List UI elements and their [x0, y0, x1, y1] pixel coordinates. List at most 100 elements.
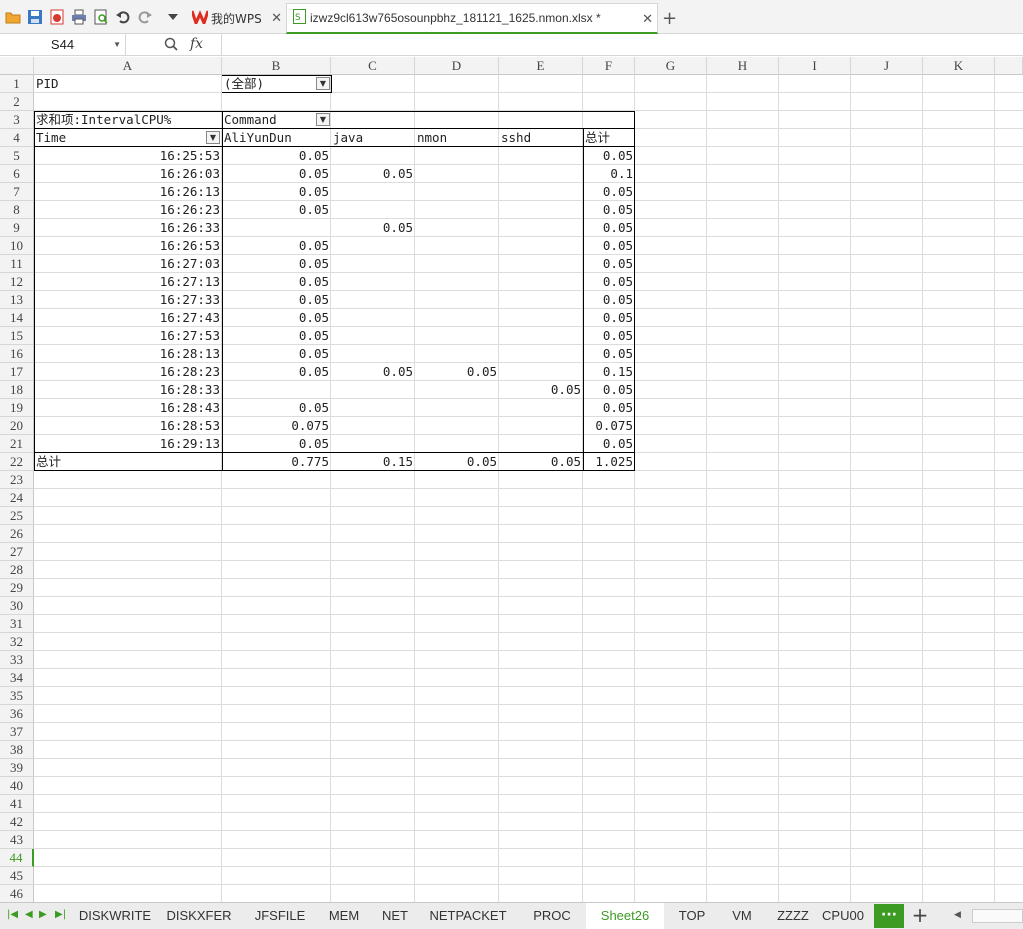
print-preview-icon[interactable] [92, 8, 110, 26]
pivot-value-cell[interactable]: 0.05 [583, 345, 635, 363]
pivot-value-cell[interactable]: 0.1 [583, 165, 635, 183]
pivot-value-cell[interactable]: 0.05 [222, 237, 331, 255]
pivot-row-field[interactable]: Time [34, 129, 222, 147]
row-header-36[interactable]: 36 [0, 705, 34, 723]
pivot-grand-total-value[interactable]: 0.05 [499, 453, 583, 471]
horizontal-scrollbar[interactable] [972, 909, 1023, 923]
row-header-20[interactable]: 20 [0, 417, 34, 435]
column-header-g[interactable]: G [635, 57, 707, 75]
row-header-42[interactable]: 42 [0, 813, 34, 831]
tab-active-workbook[interactable]: S izwz9cl613w765osounpbhz_181121_1625.nm… [286, 3, 658, 34]
pivot-value-cell[interactable]: 0.05 [222, 273, 331, 291]
sheet-tab-proc[interactable]: PROC [518, 903, 586, 929]
pivot-row-time[interactable]: 16:29:13 [34, 435, 222, 453]
pivot-value-cell[interactable]: 0.05 [583, 219, 635, 237]
pivot-value-cell[interactable]: 0.05 [583, 201, 635, 219]
pivot-grand-total-value[interactable]: 1.025 [583, 453, 635, 471]
pivot-value-cell[interactable]: 0.05 [499, 381, 583, 399]
row-header-17[interactable]: 17 [0, 363, 34, 381]
row-header-15[interactable]: 15 [0, 327, 34, 345]
row-header-37[interactable]: 37 [0, 723, 34, 741]
pivot-column-header[interactable]: 总计 [583, 129, 635, 147]
pivot-value-cell[interactable]: 0.15 [583, 363, 635, 381]
pivot-value-cell[interactable]: 0.05 [583, 381, 635, 399]
command-filter-dropdown[interactable]: ▼ [316, 113, 330, 126]
row-header-46[interactable]: 46 [0, 885, 34, 903]
sheet-tab-sheet26[interactable]: Sheet26 [586, 903, 664, 929]
row-header-28[interactable]: 28 [0, 561, 34, 579]
row-header-39[interactable]: 39 [0, 759, 34, 777]
pivot-row-time[interactable]: 16:27:53 [34, 327, 222, 345]
pivot-value-cell[interactable]: 0.05 [331, 363, 415, 381]
pivot-value-cell[interactable]: 0.05 [222, 147, 331, 165]
row-header-21[interactable]: 21 [0, 435, 34, 453]
pivot-value-cell[interactable]: 0.05 [583, 435, 635, 453]
column-header-d[interactable]: D [415, 57, 499, 75]
pivot-value-cell[interactable]: 0.05 [331, 219, 415, 237]
row-header-11[interactable]: 11 [0, 255, 34, 273]
pivot-value-cell[interactable]: 0.05 [222, 201, 331, 219]
pivot-value-cell[interactable]: 0.05 [222, 327, 331, 345]
pivot-row-time[interactable]: 16:26:33 [34, 219, 222, 237]
redo-icon[interactable] [136, 8, 154, 26]
row-header-4[interactable]: 4 [0, 129, 34, 147]
pivot-value-cell[interactable]: 0.05 [222, 165, 331, 183]
pivot-filter-label[interactable]: PID [34, 75, 222, 93]
column-header-f[interactable]: F [583, 57, 635, 75]
first-sheet-icon[interactable]: |◀ [7, 909, 18, 920]
add-sheet-button[interactable]: + [908, 903, 932, 929]
sheet-tab-top[interactable]: TOP [664, 903, 720, 929]
close-icon[interactable]: ✕ [271, 11, 282, 26]
row-header-31[interactable]: 31 [0, 615, 34, 633]
column-header-b[interactable]: B [222, 57, 331, 75]
new-tab-button[interactable]: + [662, 3, 680, 33]
prev-sheet-icon[interactable]: ◀ [25, 909, 33, 920]
more-sheets-button[interactable]: ··· [874, 904, 904, 928]
pivot-value-cell[interactable]: 0.05 [222, 435, 331, 453]
row-header-12[interactable]: 12 [0, 273, 34, 291]
chevron-down-icon[interactable]: ▼ [113, 40, 121, 49]
pivot-row-time[interactable]: 16:27:33 [34, 291, 222, 309]
column-header-e[interactable]: E [499, 57, 583, 75]
pivot-row-time[interactable]: 16:28:53 [34, 417, 222, 435]
pivot-value-cell[interactable]: 0.05 [222, 363, 331, 381]
export-pdf-icon[interactable] [48, 8, 66, 26]
pivot-column-header[interactable]: AliYunDun [222, 129, 331, 147]
pivot-row-time[interactable]: 16:28:33 [34, 381, 222, 399]
name-box[interactable]: S44 ▼ [0, 34, 126, 55]
row-header-13[interactable]: 13 [0, 291, 34, 309]
pivot-value-label[interactable]: 求和项:IntervalCPU% [34, 111, 222, 129]
row-header-35[interactable]: 35 [0, 687, 34, 705]
row-header-33[interactable]: 33 [0, 651, 34, 669]
more-dropdown-icon[interactable] [164, 8, 182, 26]
row-header-1[interactable]: 1 [0, 75, 34, 93]
sheet-tab-mem[interactable]: MEM [316, 903, 372, 929]
pivot-row-time[interactable]: 16:28:23 [34, 363, 222, 381]
pivot-grand-total-label[interactable]: 总计 [34, 453, 222, 471]
sheet-tab-diskwrite[interactable]: DISKWRITE [76, 903, 154, 929]
pivot-value-cell[interactable]: 0.05 [331, 165, 415, 183]
row-header-23[interactable]: 23 [0, 471, 34, 489]
pivot-value-cell[interactable]: 0.05 [583, 309, 635, 327]
column-header-k[interactable]: K [923, 57, 995, 75]
pivot-column-header[interactable]: sshd [499, 129, 583, 147]
pivot-value-cell[interactable]: 0.05 [583, 237, 635, 255]
pivot-row-time[interactable]: 16:26:03 [34, 165, 222, 183]
row-header-18[interactable]: 18 [0, 381, 34, 399]
pivot-column-header[interactable]: nmon [415, 129, 499, 147]
row-header-45[interactable]: 45 [0, 867, 34, 885]
pivot-value-cell[interactable]: 0.05 [583, 147, 635, 165]
sheet-tab-zzzz[interactable]: ZZZZ [764, 903, 822, 929]
row-header-8[interactable]: 8 [0, 201, 34, 219]
pivot-row-time[interactable]: 16:28:13 [34, 345, 222, 363]
select-all-corner[interactable] [0, 57, 34, 75]
sheet-tab-netpacket[interactable]: NETPACKET [418, 903, 518, 929]
row-header-7[interactable]: 7 [0, 183, 34, 201]
pivot-value-cell[interactable]: 0.05 [583, 399, 635, 417]
pivot-value-cell[interactable]: 0.05 [222, 345, 331, 363]
row-header-24[interactable]: 24 [0, 489, 34, 507]
row-header-30[interactable]: 30 [0, 597, 34, 615]
pivot-value-cell[interactable]: 0.075 [583, 417, 635, 435]
row-header-26[interactable]: 26 [0, 525, 34, 543]
row-header-27[interactable]: 27 [0, 543, 34, 561]
